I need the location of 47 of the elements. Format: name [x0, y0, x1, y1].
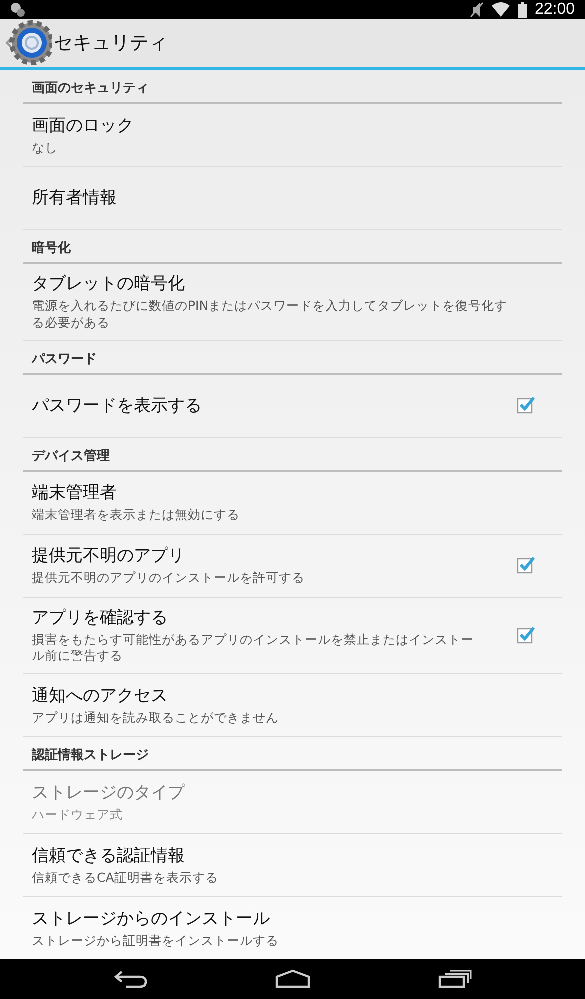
setting-row[interactable]: 通知へのアクセス アプリは通知を読み取ることができません — [23, 674, 562, 738]
home-icon[interactable] — [274, 969, 310, 990]
setting-title: ストレージからのインストール — [32, 908, 271, 930]
settings-icon[interactable] — [4, 19, 52, 68]
setting-row[interactable]: タブレットの暗号化 電源を入れるたびに数値のPINまたはパスワードを入力してタブレットを復号化する必要がある — [23, 264, 562, 341]
recents-icon[interactable] — [438, 969, 472, 990]
checkbox[interactable] — [517, 556, 535, 574]
setting-row[interactable]: 信頼できる認証情報 信頼できるCA証明書を表示する — [23, 834, 562, 898]
setting-title: 提供元不明のアプリ — [32, 545, 186, 568]
back-icon[interactable] — [114, 969, 148, 990]
setting-title: パスワードを表示する — [32, 394, 203, 417]
setting-row[interactable]: パスワードを表示する — [23, 374, 562, 438]
setting-summary: 信頼できるCA証明書を表示する — [32, 870, 220, 886]
section-header: パスワード — [23, 340, 562, 375]
mute-icon — [470, 2, 484, 18]
setting-summary: 電源を入れるたびに数値のPINまたはパスワードを入力してタブレットを復号化する必要がある — [32, 298, 509, 331]
setting-row[interactable]: 提供元不明のアプリ 提供元不明のアプリのインストールを許可する — [23, 534, 562, 598]
checkbox[interactable] — [517, 626, 535, 644]
setting-summary: 提供元不明のアプリのインストールを許可する — [32, 570, 306, 587]
setting-title: ストレージのタイプ — [32, 782, 186, 804]
setting-title: 通知へのアクセス — [32, 684, 169, 707]
setting-title: 信頼できる認証情報 — [32, 844, 186, 867]
section-header: 暗号化 — [23, 230, 562, 264]
notification-icon — [10, 2, 26, 18]
section-header: 認証情報ストレージ — [23, 737, 562, 772]
setting-title: タブレットの暗号化 — [32, 273, 186, 296]
setting-row[interactable]: ストレージからのインストール ストレージから証明書をインストールする — [23, 897, 562, 960]
section-header: 画面のセキュリティ — [23, 70, 562, 104]
section-header: デバイス管理 — [23, 438, 562, 472]
checkbox[interactable] — [517, 396, 535, 414]
setting-row[interactable]: 端末管理者 端末管理者を表示または無効にする — [23, 472, 562, 535]
screen-title: セキュリティ — [54, 31, 168, 56]
setting-summary: 端末管理者を表示または無効にする — [32, 507, 241, 524]
setting-summary: ハードウェア式 — [32, 806, 124, 824]
wifi-icon — [492, 2, 510, 18]
clock-time: 22:00 — [534, 0, 575, 19]
setting-row[interactable]: アプリを確認する 損害をもたらす可能性があるアプリのインストールを禁止またはインストール前に警告する — [23, 598, 562, 674]
setting-summary: アプリは通知を読み取ることができません — [32, 710, 280, 726]
setting-summary: ストレージから証明書をインストールする — [32, 932, 280, 950]
setting-summary: 損害をもたらす可能性があるアプリのインストールを禁止またはインストール前に警告する — [32, 632, 475, 664]
setting-row[interactable]: 所有者情報 — [23, 167, 562, 230]
setting-summary: なし — [32, 140, 59, 156]
setting-title: 所有者情報 — [32, 187, 118, 210]
setting-title: 端末管理者 — [32, 482, 118, 504]
setting-title: 画面のロック — [32, 114, 135, 137]
setting-title: アプリを確認する — [32, 606, 169, 629]
setting-row[interactable]: 画面のロック なし — [23, 104, 562, 168]
